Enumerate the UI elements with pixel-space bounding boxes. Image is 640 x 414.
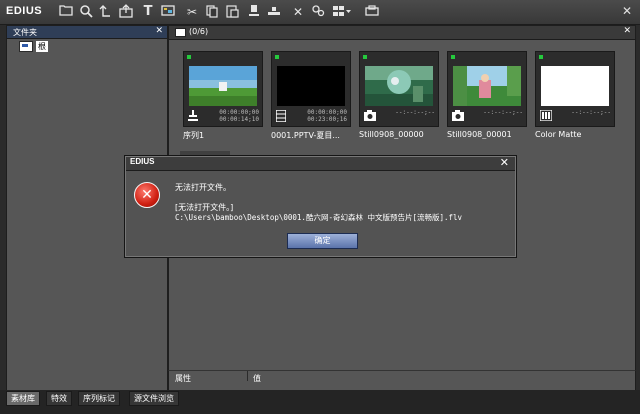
copy-icon[interactable]	[204, 4, 220, 20]
dialog-message: 无法打开文件。	[175, 183, 231, 192]
clip-tc-in: 00:00:00;00	[219, 109, 259, 116]
dialog-close-button[interactable]: ✕	[500, 156, 509, 169]
properties-column-divider[interactable]	[247, 371, 248, 381]
clip-status-led	[187, 55, 191, 59]
properties-attribute-header: 属性	[175, 374, 191, 383]
bin-selection-count: (0/6)	[189, 27, 209, 36]
clip-tc-duration: 00:00:14;10	[219, 116, 259, 123]
camera-icon	[364, 110, 376, 124]
bin-panel-close-button[interactable]: ✕	[623, 26, 631, 36]
error-dialog: EDIUS ✕ ✕ 无法打开文件。 [无法打开文件。] C:\Users\bam…	[124, 155, 517, 258]
tree-root-label: 根	[36, 41, 48, 52]
view-mode-icon[interactable]	[332, 4, 352, 20]
clip-card: --:--:--;--	[359, 51, 439, 127]
dialog-titlebar[interactable]: EDIUS ✕	[126, 156, 515, 171]
clip-info: 00:00:00;00 00:00:14;10	[184, 108, 262, 126]
clip-thumbnail	[277, 66, 345, 106]
folder-panel-title: 文件夹	[13, 28, 37, 37]
settings-icon[interactable]	[364, 4, 380, 20]
properties-panel: 属性 值	[168, 370, 636, 391]
properties-icon[interactable]	[310, 4, 326, 20]
dialog-title: EDIUS	[130, 157, 155, 166]
clip-card: 00:00:00;00 00:23:00;16	[271, 51, 351, 127]
clip-timecode: --:--:--;--	[395, 109, 435, 116]
clip-thumbnail	[365, 66, 433, 106]
bin-panel-header: (0/6) ✕	[169, 26, 635, 40]
clip-name: Color Matte	[535, 130, 582, 139]
clip-info: --:--:--;--	[360, 108, 438, 126]
export-icon[interactable]	[118, 4, 134, 20]
clip-card: --:--:--;--	[447, 51, 527, 127]
properties-value-header: 值	[253, 374, 261, 383]
clip-status-led	[539, 55, 543, 59]
clip-timecode: --:--:--;--	[483, 109, 523, 116]
clip-status-led	[275, 55, 279, 59]
cut-icon[interactable]: ✂	[184, 4, 200, 20]
clip-status-led	[363, 55, 367, 59]
app-title: EDIUS	[6, 5, 43, 17]
folder-panel-header: 文件夹 ✕	[7, 26, 167, 39]
delete-icon[interactable]: ✕	[290, 4, 306, 20]
ok-button[interactable]: 确定	[287, 233, 358, 249]
clip-card: 00:00:00;00 00:00:14;10	[183, 51, 263, 127]
folder-icon	[19, 41, 33, 52]
tab-effects[interactable]: 特效	[46, 391, 72, 406]
clip-timecode: 00:00:00;00 00:23:00;16	[307, 109, 347, 123]
clip-name: Still0908_00001	[447, 130, 512, 139]
add-to-timeline-icon[interactable]	[246, 4, 262, 20]
tab-sequence-markers[interactable]: 序列标记	[78, 391, 120, 406]
clip-name: Still0908_00000	[359, 130, 424, 139]
dialog-file-path: C:\Users\bamboo\Desktop\0001.酷六网-奇幻森林 中文…	[175, 213, 463, 222]
folder-panel-close-button[interactable]: ✕	[155, 26, 163, 36]
bin-folder-icon	[175, 28, 186, 37]
clip-card: --:--:--;--	[535, 51, 615, 127]
clip-thumbnail	[453, 66, 521, 106]
clip-tc-duration: --:--:--;--	[395, 109, 435, 116]
up-arrow-icon[interactable]	[98, 4, 114, 20]
clip-timecode: 00:00:00;00 00:00:14;10	[219, 109, 259, 123]
tab-bin[interactable]: 素材库	[6, 391, 40, 406]
clip-status-led	[451, 55, 455, 59]
search-icon[interactable]	[78, 4, 94, 20]
clip-info: --:--:--;--	[448, 108, 526, 126]
clip-info: 00:00:00;00 00:23:00;16	[272, 108, 350, 126]
timeline-icon[interactable]	[266, 4, 282, 20]
clip-name: 0001.PPTV-夏目...	[271, 131, 340, 140]
camera-icon	[452, 110, 464, 124]
clip-tc-duration: --:--:--;--	[571, 109, 611, 116]
tab-source-browser[interactable]: 源文件浏览	[129, 391, 179, 406]
clip-tc-duration: 00:23:00;16	[307, 116, 347, 123]
sequence-icon	[188, 110, 198, 125]
clip-item[interactable]: 00:00:00;00 00:23:00;16 0001.PPTV-夏目...	[271, 51, 351, 163]
clip-info: --:--:--;--	[536, 108, 614, 126]
clip-timecode: --:--:--;--	[571, 109, 611, 116]
main-toolbar: EDIUS T ✂ ✕ ✕	[0, 0, 640, 25]
error-icon: ✕	[134, 182, 160, 208]
close-window-button[interactable]: ✕	[620, 4, 634, 18]
matte-icon	[539, 109, 553, 124]
bottom-tab-bar: 素材库 特效 序列标记 源文件浏览	[0, 390, 640, 414]
clip-thumbnail	[189, 66, 257, 106]
paste-icon[interactable]	[224, 4, 240, 20]
clip-thumbnail	[541, 66, 609, 106]
film-icon	[275, 109, 287, 125]
tree-root-item[interactable]: 根	[19, 41, 48, 52]
capture-icon[interactable]	[160, 4, 176, 20]
clip-tc-in: 00:00:00;00	[307, 109, 347, 116]
folder-icon[interactable]	[58, 4, 74, 20]
clip-item[interactable]: --:--:--;-- Color Matte	[535, 51, 615, 163]
clip-item[interactable]: --:--:--;-- Still0908_00000	[359, 51, 439, 163]
clip-item[interactable]: 00:00:00;00 00:00:14;10 序列1	[183, 51, 263, 163]
clip-name: 序列1	[183, 131, 205, 140]
clip-tc-duration: --:--:--;--	[483, 109, 523, 116]
title-icon[interactable]: T	[140, 4, 156, 20]
clip-item[interactable]: --:--:--;-- Still0908_00001	[447, 51, 527, 163]
